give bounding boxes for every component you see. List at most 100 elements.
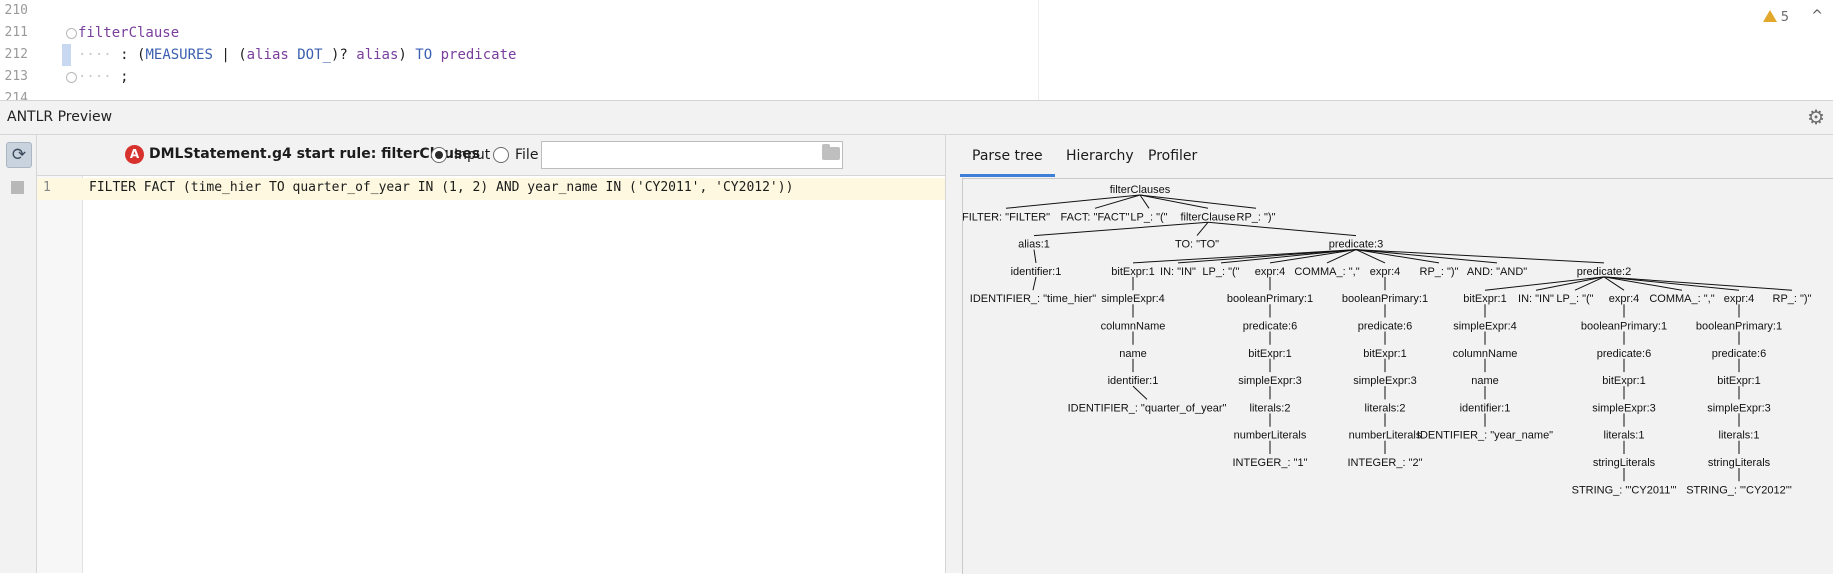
tree-node[interactable]: FILTER: "FILTER"	[963, 211, 1050, 223]
input-text[interactable]: FILTER FACT (time_hier TO quarter_of_yea…	[89, 180, 793, 195]
tree-node[interactable]: simpleExpr:4	[1101, 293, 1165, 305]
tree-node[interactable]: bitExpr:1	[1363, 348, 1406, 360]
tree-node[interactable]: INTEGER_: "1"	[1232, 457, 1307, 469]
tree-node[interactable]: simpleExpr:3	[1353, 375, 1417, 387]
refresh-icon[interactable]: ⟳	[6, 142, 32, 168]
stop-icon[interactable]	[11, 181, 24, 194]
tree-node[interactable]: numberLiterals	[1234, 430, 1307, 442]
line-number: 210	[4, 3, 28, 18]
input-radio[interactable]	[431, 147, 447, 163]
code-line[interactable]: 213 ···· ;	[0, 66, 1036, 88]
tree-node[interactable]: AND: "AND"	[1467, 266, 1527, 278]
code-line[interactable]: 212 ···· : (MEASURES | (alias DOT_)? ali…	[0, 44, 1036, 66]
tab-profiler[interactable]: Profiler	[1136, 145, 1209, 174]
input-radio-label[interactable]: Input	[454, 147, 490, 163]
tree-node[interactable]: simpleExpr:4	[1453, 321, 1517, 333]
tree-node[interactable]: predicate:6	[1597, 348, 1651, 360]
tree-node[interactable]: LP_: "("	[1130, 211, 1167, 223]
tree-node[interactable]: bitExpr:1	[1111, 266, 1154, 278]
tree-node[interactable]: RP_: ")"	[1237, 211, 1276, 223]
tree-edge	[1207, 221, 1357, 237]
tree-node[interactable]: IDENTIFIER_: "time_hier"	[970, 293, 1096, 305]
tree-node[interactable]: stringLiterals	[1708, 457, 1771, 469]
tree-node[interactable]: literals:1	[1719, 430, 1760, 442]
tree-node[interactable]: RP_: ")"	[1420, 266, 1459, 278]
tree-node[interactable]: IDENTIFIER_: "year_name"	[1417, 430, 1553, 442]
tree-node[interactable]: simpleExpr:3	[1238, 375, 1302, 387]
tree-node[interactable]: bitExpr:1	[1602, 375, 1645, 387]
tree-edge	[1269, 249, 1357, 264]
tree-node[interactable]: literals:2	[1365, 402, 1406, 414]
line-number: 212	[4, 47, 28, 62]
tab-hierarchy[interactable]: Hierarchy	[1054, 145, 1146, 174]
line-number: 214	[4, 91, 28, 101]
code-line[interactable]: 211 filterClause	[0, 22, 1036, 44]
warning-indicator[interactable]: 5	[1762, 10, 1789, 25]
chevron-up-icon[interactable]: ^	[1811, 8, 1823, 24]
file-radio[interactable]	[493, 147, 509, 163]
tree-node[interactable]: IN: "IN"	[1160, 266, 1196, 278]
tool-window-title: ANTLR Preview	[7, 109, 113, 125]
grammar-editor[interactable]: 210 211 filterClause 212 ···· : (MEASURE…	[0, 0, 1833, 101]
tree-node[interactable]: simpleExpr:3	[1592, 402, 1656, 414]
tree-node[interactable]: filterClauses	[1110, 184, 1171, 196]
tree-node[interactable]: COMMA_: ","	[1294, 266, 1359, 278]
file-radio-label[interactable]: File	[515, 147, 538, 163]
tree-node[interactable]: name	[1119, 348, 1147, 360]
tree-node[interactable]: LP_: "("	[1556, 293, 1593, 305]
tree-node[interactable]: literals:2	[1250, 402, 1291, 414]
tree-node[interactable]: identifier:1	[1460, 402, 1511, 414]
file-path-field[interactable]	[541, 141, 843, 169]
tree-node[interactable]: literals:1	[1604, 430, 1645, 442]
tree-node[interactable]: columnName	[1101, 321, 1166, 333]
code-line[interactable]: 210	[0, 0, 1036, 22]
tree-node[interactable]: expr:4	[1609, 293, 1640, 305]
gear-icon[interactable]: ⚙	[1807, 105, 1825, 129]
tree-node[interactable]: bitExpr:1	[1248, 348, 1291, 360]
tree-node[interactable]: predicate:6	[1712, 348, 1766, 360]
tree-node[interactable]: IN: "IN"	[1518, 293, 1554, 305]
tree-node[interactable]: expr:4	[1370, 266, 1401, 278]
fold-end-icon[interactable]	[66, 72, 77, 83]
tree-node[interactable]: numberLiterals	[1349, 430, 1422, 442]
parse-tree-panel: Parse tree Hierarchy Profiler filterClau…	[946, 135, 1833, 574]
tree-node[interactable]: LP_: "("	[1202, 266, 1239, 278]
tree-node[interactable]: COMMA_: ","	[1649, 293, 1714, 305]
tree-node[interactable]: IDENTIFIER_: "quarter_of_year"	[1068, 402, 1227, 414]
tree-node[interactable]: filterClause	[1180, 211, 1235, 223]
tree-node[interactable]: bitExpr:1	[1717, 375, 1760, 387]
tree-node[interactable]: stringLiterals	[1593, 457, 1656, 469]
tree-node[interactable]: identifier:1	[1011, 266, 1062, 278]
fold-icon[interactable]	[66, 28, 77, 39]
tree-edge	[1177, 249, 1357, 264]
tree-node[interactable]: predicate:6	[1243, 321, 1297, 333]
tree-node[interactable]: predicate:3	[1329, 239, 1383, 251]
tree-node[interactable]: expr:4	[1724, 293, 1755, 305]
tree-node[interactable]: simpleExpr:3	[1707, 402, 1771, 414]
tree-node[interactable]: RP_: ")"	[1773, 293, 1812, 305]
tree-node[interactable]: columnName	[1453, 348, 1518, 360]
tree-node[interactable]: predicate:6	[1358, 321, 1412, 333]
parse-tree-graph[interactable]: filterClauses FILTER: "FILTER" FACT: "FACT…	[963, 179, 1833, 574]
tree-node[interactable]: STRING_: "'CY2011'"	[1572, 484, 1677, 496]
parse-tree-view[interactable]: filterClauses FILTER: "FILTER" FACT: "FACT…	[962, 178, 1833, 574]
tree-node[interactable]: predicate:2	[1577, 266, 1631, 278]
input-text-editor[interactable]: 1 FILTER FACT (time_hier TO quarter_of_y…	[37, 176, 945, 573]
tree-node[interactable]: bitExpr:1	[1463, 293, 1506, 305]
tree-node[interactable]: identifier:1	[1108, 375, 1159, 387]
folder-icon[interactable]	[822, 144, 840, 160]
tree-node[interactable]: FACT: "FACT"	[1061, 211, 1130, 223]
tab-parse-tree[interactable]: Parse tree	[960, 145, 1055, 177]
tree-node[interactable]: booleanPrimary:1	[1581, 321, 1667, 333]
tree-node[interactable]: TO: "TO"	[1175, 239, 1219, 251]
antlr-grammar-icon: A	[125, 145, 144, 164]
tree-node[interactable]: expr:4	[1255, 266, 1286, 278]
tree-node[interactable]: booleanPrimary:1	[1227, 293, 1313, 305]
code-line[interactable]: 214	[0, 88, 1036, 101]
tree-node[interactable]: INTEGER_: "2"	[1347, 457, 1422, 469]
tree-node[interactable]: alias:1	[1018, 239, 1050, 251]
tree-node[interactable]: booleanPrimary:1	[1696, 321, 1782, 333]
tree-node[interactable]: booleanPrimary:1	[1342, 293, 1428, 305]
tree-node[interactable]: name	[1471, 375, 1499, 387]
tree-node[interactable]: STRING_: "'CY2012'"	[1686, 484, 1792, 496]
